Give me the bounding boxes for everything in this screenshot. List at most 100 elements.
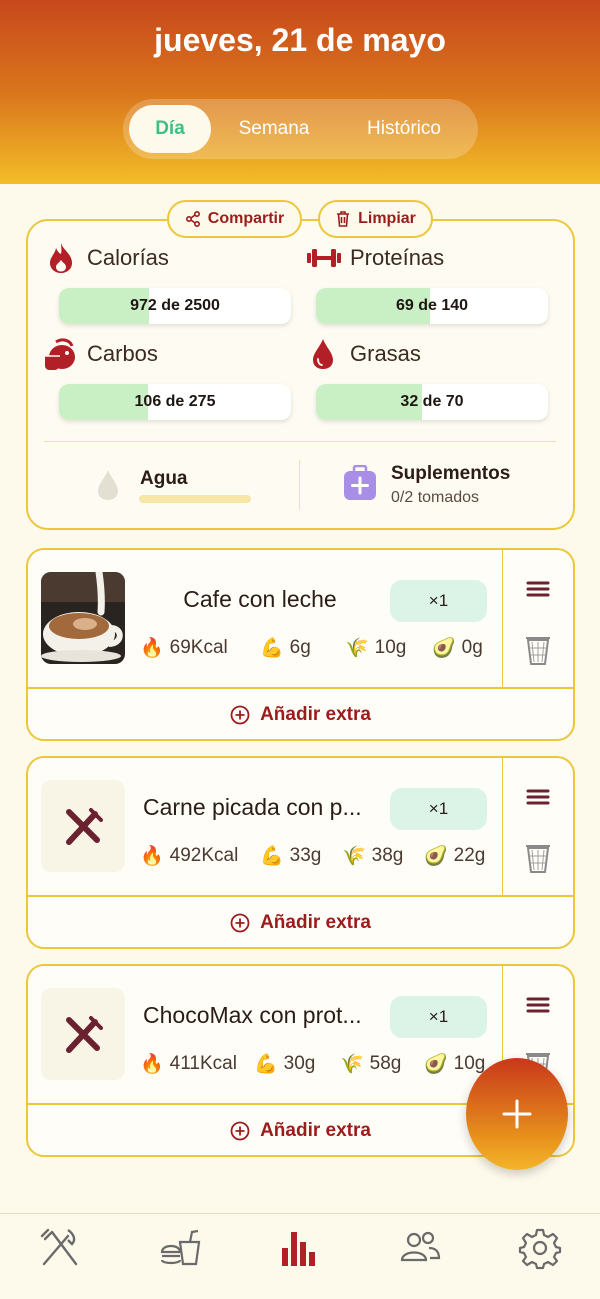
avocado-icon: 🥑	[424, 846, 448, 867]
meal-side-divider	[502, 758, 503, 896]
fats-progress-bar: 32 de 70	[316, 384, 548, 420]
flame-icon	[50, 243, 72, 273]
protein-progress-bar: 69 de 140	[316, 288, 548, 324]
oil-drop-icon	[313, 339, 333, 369]
fire-icon: 🔥	[140, 846, 164, 867]
calories-label: Calorías	[87, 245, 169, 270]
meal-placeholder-image	[41, 988, 125, 1080]
utensils-icon[interactable]	[38, 1226, 82, 1270]
meal-protein: 💪 30g	[254, 1053, 316, 1075]
period-segmented-control: Día Semana Histórico	[123, 99, 478, 159]
add-circle-icon	[230, 1121, 250, 1141]
add-extra-label: Añadir extra	[260, 704, 371, 725]
supplements-tracker[interactable]: Suplementos 0/2 tomados	[343, 460, 543, 510]
add-extra-label: Añadir extra	[260, 912, 371, 933]
carbs-food-icon	[44, 338, 75, 370]
fire-icon: 🔥	[140, 1054, 164, 1075]
dumbbell-icon	[307, 249, 341, 267]
meal-quantity[interactable]: ×1	[390, 996, 487, 1038]
meal-kcal: 🔥 411Kcal	[140, 1053, 237, 1075]
reorder-handle-icon[interactable]	[526, 788, 550, 806]
meal-placeholder-image	[41, 780, 125, 872]
tab-week[interactable]: Semana	[217, 105, 331, 153]
meal-name: Carne picada con p...	[143, 794, 362, 820]
meal-quantity[interactable]: ×1	[390, 788, 487, 830]
meal-name: ChocoMax con prot...	[143, 1002, 362, 1028]
meal-fat: 🥑 10g	[424, 1053, 486, 1075]
reorder-handle-icon[interactable]	[526, 580, 550, 598]
bar-chart-icon[interactable]	[278, 1226, 322, 1270]
meal-carbs: 🌾 38g	[342, 845, 404, 867]
share-icon	[185, 211, 200, 227]
delete-meal-icon[interactable]	[524, 842, 552, 874]
water-tracker[interactable]: Agua	[96, 466, 266, 510]
wheat-icon: 🌾	[342, 846, 366, 867]
supplements-status: 0/2 tomados	[391, 489, 480, 506]
biceps-icon: 💪	[254, 1054, 278, 1075]
people-icon[interactable]	[398, 1226, 442, 1270]
share-label: Compartir	[207, 210, 285, 227]
water-label: Agua	[140, 468, 188, 489]
meal-fat: 🥑 0g	[432, 637, 483, 659]
wheat-icon: 🌾	[340, 1054, 364, 1075]
tab-history[interactable]: Histórico	[337, 105, 471, 153]
carbs-value: 106 de 275	[134, 393, 216, 410]
summary-divider	[44, 441, 556, 442]
fats-label: Grasas	[350, 341, 421, 366]
meal-stats: 🔥 69Kcal 💪 6g 🌾 10g 🥑 0g	[140, 636, 490, 662]
protein-label: Proteínas	[350, 245, 445, 270]
meal-protein: 💪 33g	[260, 845, 322, 867]
meal-fat: 🥑 22g	[424, 845, 486, 867]
date-title: jueves, 21 de mayo	[154, 22, 446, 58]
meal-photo	[41, 572, 125, 664]
meal-quantity[interactable]: ×1	[390, 580, 487, 622]
header: jueves, 21 de mayo Día Semana Histórico	[0, 0, 600, 184]
avocado-icon: 🥑	[424, 1054, 448, 1075]
meal-side-divider	[502, 550, 503, 688]
add-extra-button[interactable]: Añadir extra	[28, 689, 573, 739]
utensils-icon	[66, 1016, 103, 1053]
tab-day[interactable]: Día	[129, 105, 211, 153]
add-extra-button[interactable]: Añadir extra	[28, 897, 573, 947]
wheat-icon: 🌾	[345, 638, 369, 659]
bottom-navigation	[0, 1213, 600, 1299]
clear-label: Limpiar	[358, 210, 416, 227]
meal-name: Cafe con leche	[183, 586, 337, 612]
delete-meal-icon[interactable]	[524, 634, 552, 666]
fire-icon: 🔥	[140, 638, 164, 659]
trash-icon	[337, 211, 350, 227]
clear-button[interactable]: Limpiar	[318, 200, 433, 238]
plus-icon	[502, 1099, 532, 1129]
reorder-handle-icon[interactable]	[526, 996, 550, 1014]
add-circle-icon	[230, 913, 250, 933]
share-button[interactable]: Compartir	[167, 200, 302, 238]
meal-card[interactable]: Cafe con leche ×1 🔥 69Kcal 💪 6g 🌾 10g 🥑 0g A…	[26, 548, 575, 741]
meal-kcal: 🔥 69Kcal	[140, 637, 228, 659]
fats-value: 32 de 70	[400, 393, 464, 410]
water-drop-icon	[98, 470, 118, 500]
biceps-icon: 💪	[260, 846, 284, 867]
add-extra-label: Añadir extra	[260, 1120, 371, 1141]
summary-vertical-divider	[299, 460, 300, 510]
supplements-label: Suplementos	[391, 463, 511, 484]
meal-stats: 🔥 411Kcal 💪 30g 🌾 58g 🥑 10g	[140, 1052, 490, 1078]
meal-stats: 🔥 492Kcal 💪 33g 🌾 38g 🥑 22g	[140, 844, 490, 870]
meal-carbs: 🌾 58g	[340, 1053, 402, 1075]
utensils-icon	[66, 808, 103, 845]
meal-kcal: 🔥 492Kcal	[140, 845, 239, 867]
carbs-progress-bar: 106 de 275	[59, 384, 291, 420]
meal-card[interactable]: Carne picada con p... ×1 🔥 492Kcal 💪 33g 🌾…	[26, 756, 575, 949]
avocado-icon: 🥑	[432, 638, 456, 659]
meal-carbs: 🌾 10g	[345, 637, 407, 659]
carbs-label: Carbos	[87, 341, 158, 366]
fast-food-icon[interactable]	[158, 1226, 202, 1270]
settings-icon[interactable]	[518, 1226, 562, 1270]
protein-value: 69 de 140	[395, 297, 469, 314]
calories-value: 972 de 2500	[130, 297, 220, 314]
add-circle-icon	[230, 705, 250, 725]
calories-progress-bar: 972 de 2500	[59, 288, 291, 324]
meal-protein: 💪 6g	[260, 637, 311, 659]
add-meal-fab[interactable]	[466, 1058, 568, 1170]
supplement-kit-icon	[344, 465, 376, 500]
water-progress-bar	[139, 495, 251, 503]
